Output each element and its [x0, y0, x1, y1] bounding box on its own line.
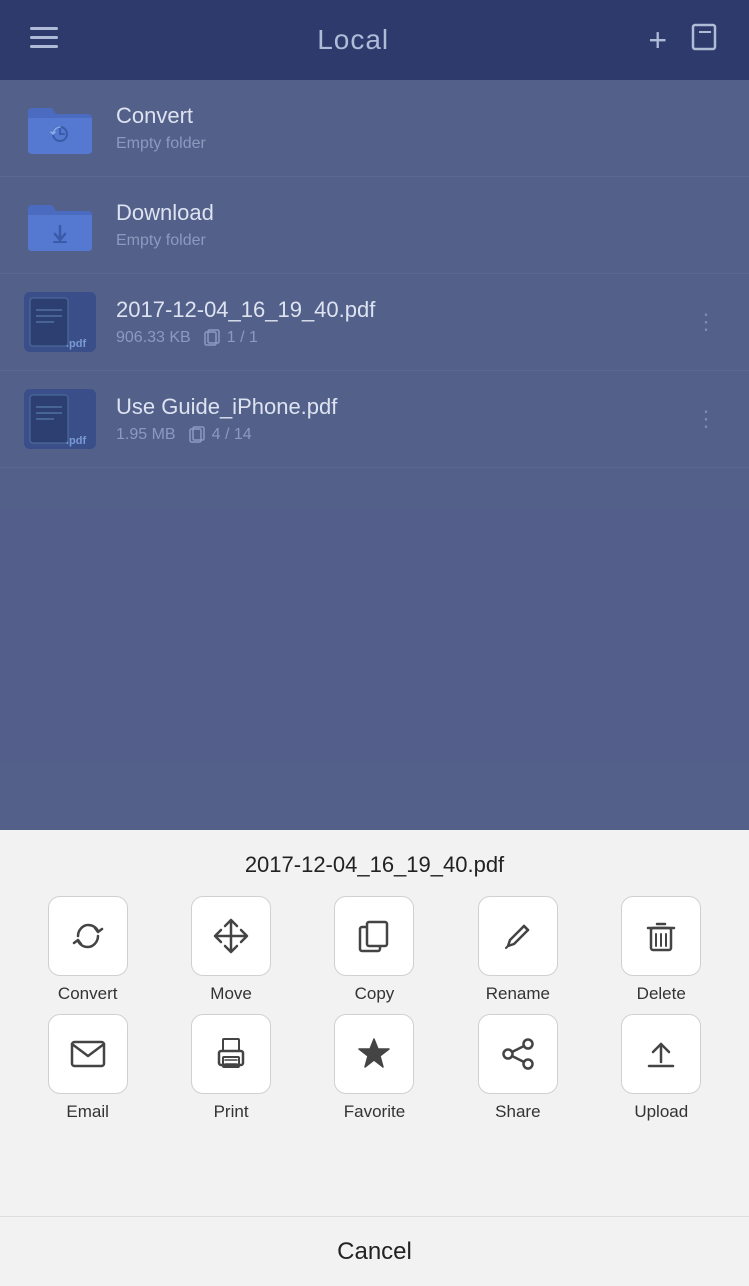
- action-grid: Convert Move: [0, 896, 749, 1132]
- rename-icon: [478, 896, 558, 976]
- share-icon: [478, 1014, 558, 1094]
- delete-icon: [621, 896, 701, 976]
- move-icon: [191, 896, 271, 976]
- file-size: 1.95 MB: [116, 426, 176, 444]
- more-options-icon[interactable]: ⋮: [687, 301, 725, 343]
- email-label: Email: [66, 1102, 109, 1122]
- file-meta: Empty folder: [116, 232, 725, 250]
- convert-icon: [48, 896, 128, 976]
- file-name: Download: [116, 200, 725, 226]
- move-button[interactable]: Move: [171, 896, 291, 1004]
- file-meta: Empty folder: [116, 135, 725, 153]
- pdf-icon: .pdf: [24, 389, 96, 449]
- copy-label: Copy: [355, 984, 395, 1004]
- header: Local +: [0, 0, 749, 80]
- print-label: Print: [214, 1102, 249, 1122]
- upload-icon: [621, 1014, 701, 1094]
- file-name: 2017-12-04_16_19_40.pdf: [116, 297, 687, 323]
- share-label: Share: [495, 1102, 540, 1122]
- delete-label: Delete: [637, 984, 686, 1004]
- file-name: Convert: [116, 103, 725, 129]
- favorite-button[interactable]: Favorite: [314, 1014, 434, 1122]
- share-button[interactable]: Share: [458, 1014, 578, 1122]
- list-item[interactable]: Convert Empty folder: [0, 80, 749, 177]
- favorite-icon: [334, 1014, 414, 1094]
- svg-text:.pdf: .pdf: [66, 435, 86, 447]
- file-meta: 906.33 KB 1 / 1: [116, 329, 687, 347]
- file-pages: 1 / 1: [203, 329, 258, 347]
- file-list: Convert Empty folder Download Empty fold…: [0, 80, 749, 830]
- convert-button[interactable]: Convert: [28, 896, 148, 1004]
- folder-icon: [24, 195, 96, 255]
- list-item[interactable]: .pdf 2017-12-04_16_19_40.pdf 906.33 KB 1…: [0, 274, 749, 371]
- edit-icon[interactable]: [691, 23, 719, 58]
- list-item[interactable]: Download Empty folder: [0, 177, 749, 274]
- move-label: Move: [210, 984, 252, 1004]
- page-title: Local: [317, 24, 389, 56]
- email-button[interactable]: Email: [28, 1014, 148, 1122]
- delete-button[interactable]: Delete: [601, 896, 721, 1004]
- file-info: Download Empty folder: [116, 200, 725, 250]
- copy-icon: [334, 896, 414, 976]
- file-meta: 1.95 MB 4 / 14: [116, 426, 687, 444]
- bottom-sheet: 2017-12-04_16_19_40.pdf Convert: [0, 830, 749, 1286]
- convert-label: Convert: [58, 984, 118, 1004]
- pdf-icon: .pdf: [24, 292, 96, 352]
- menu-icon[interactable]: [30, 25, 58, 56]
- rename-button[interactable]: Rename: [458, 896, 578, 1004]
- print-icon: [191, 1014, 271, 1094]
- list-item[interactable]: .pdf Use Guide_iPhone.pdf 1.95 MB 4 / 14…: [0, 371, 749, 468]
- action-row-2: Email Print: [16, 1014, 733, 1122]
- upload-button[interactable]: Upload: [601, 1014, 721, 1122]
- file-name: Use Guide_iPhone.pdf: [116, 394, 687, 420]
- file-pages: 4 / 14: [188, 426, 252, 444]
- file-info: 2017-12-04_16_19_40.pdf 906.33 KB 1 / 1: [116, 297, 687, 347]
- sheet-filename: 2017-12-04_16_19_40.pdf: [245, 830, 504, 896]
- favorite-label: Favorite: [344, 1102, 405, 1122]
- cancel-button[interactable]: Cancel: [0, 1216, 749, 1286]
- header-actions: +: [648, 22, 719, 59]
- email-icon: [48, 1014, 128, 1094]
- add-icon[interactable]: +: [648, 22, 667, 59]
- file-size: 906.33 KB: [116, 329, 191, 347]
- file-info: Use Guide_iPhone.pdf 1.95 MB 4 / 14: [116, 394, 687, 444]
- more-options-icon[interactable]: ⋮: [687, 398, 725, 440]
- copy-button[interactable]: Copy: [314, 896, 434, 1004]
- file-info: Convert Empty folder: [116, 103, 725, 153]
- upload-label: Upload: [634, 1102, 688, 1122]
- action-row-1: Convert Move: [16, 896, 733, 1004]
- folder-icon: [24, 98, 96, 158]
- rename-label: Rename: [486, 984, 550, 1004]
- print-button[interactable]: Print: [171, 1014, 291, 1122]
- svg-text:.pdf: .pdf: [66, 338, 86, 350]
